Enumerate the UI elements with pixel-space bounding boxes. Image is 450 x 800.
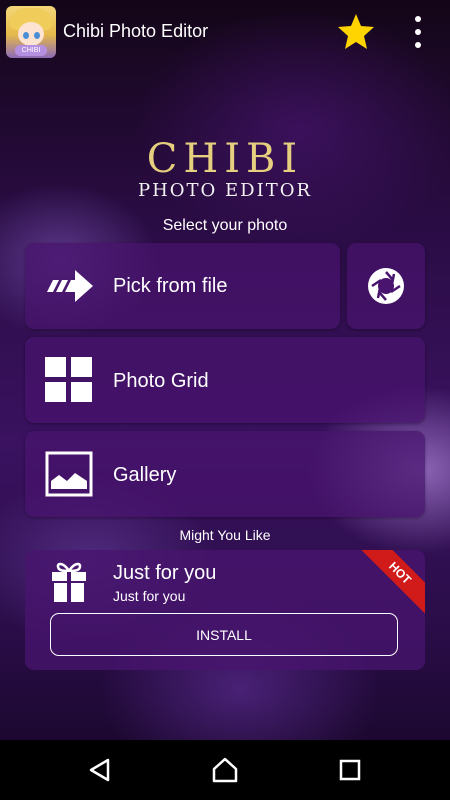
gift-icon [52,562,86,602]
might-you-like-label: Might You Like [179,527,271,543]
star-icon [338,14,374,49]
pick-from-file-label: Pick from file [113,275,228,297]
photo-grid-button[interactable]: Photo Grid [25,337,425,423]
favorite-button[interactable] [336,12,376,52]
promo-subtitle: Just for you [113,588,186,604]
system-nav-bar [0,740,450,800]
install-button[interactable]: INSTALL [50,613,398,656]
recents-button[interactable] [335,755,365,785]
app-title: Chibi Photo Editor [63,21,209,41]
gallery-label: Gallery [113,464,177,486]
logo-title: CHIBI [146,136,304,182]
gallery-button[interactable]: Gallery [25,431,425,517]
pick-from-file-button[interactable]: Pick from file [25,243,340,329]
promo-card: Just for you Just for you INSTALL HOT [25,550,425,670]
back-button[interactable] [85,755,115,785]
app-toolbar: CHIBI Chibi Photo Editor [0,0,450,64]
image-icon [45,451,93,497]
promo-title: Just for you [113,562,217,584]
app-icon-tag: CHIBI [15,45,47,56]
overflow-menu-button[interactable] [408,12,430,52]
camera-shutter-icon [368,268,404,304]
grid-icon [45,357,92,402]
select-photo-label: Select your photo [162,217,288,234]
photo-grid-label: Photo Grid [113,370,209,392]
home-icon [212,757,238,783]
more-vert-icon [415,16,421,22]
recents-icon [339,759,361,781]
arrow-right-icon [47,270,93,302]
logo-subtitle: PHOTO EDITOR [137,180,313,201]
app-icon: CHIBI [6,6,56,58]
home-button[interactable] [210,755,240,785]
back-icon [89,758,110,782]
camera-button[interactable] [347,243,425,329]
hot-badge: HOT [353,550,425,620]
